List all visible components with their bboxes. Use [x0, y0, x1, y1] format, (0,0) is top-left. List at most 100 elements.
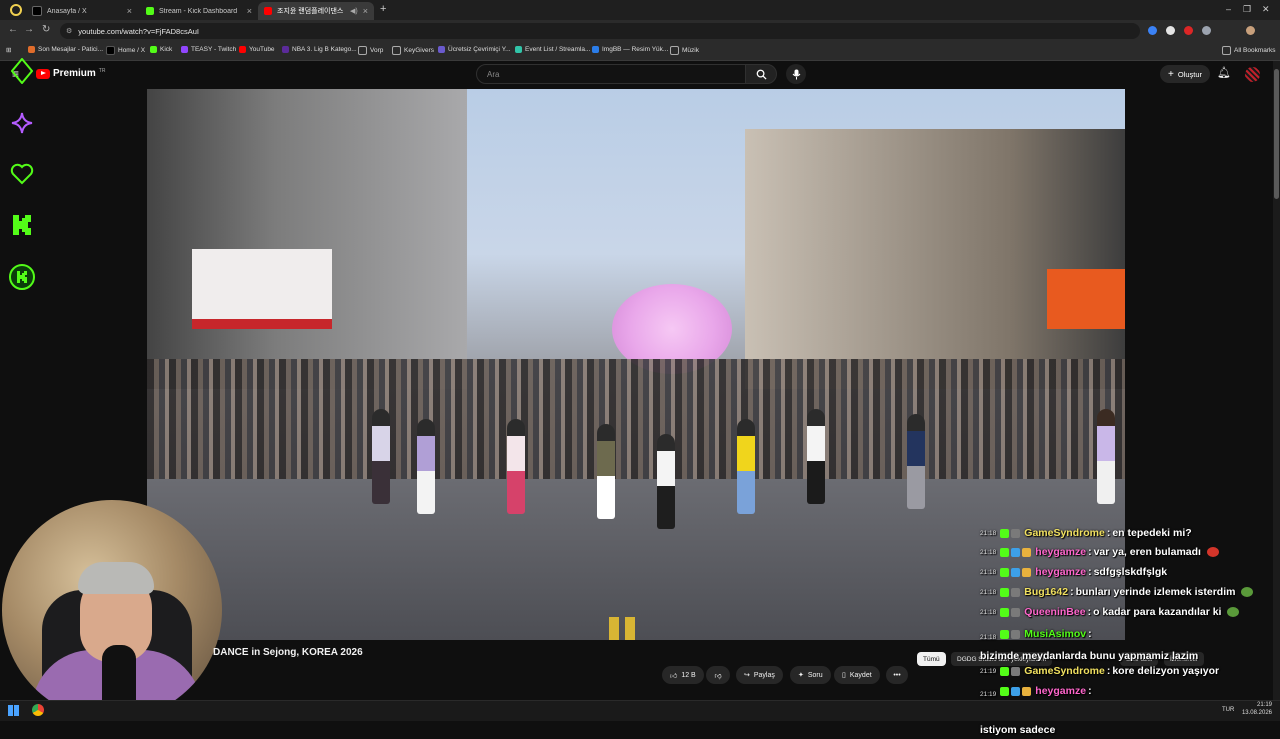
- system-clock[interactable]: 21:19 13.08.2026: [1242, 701, 1272, 717]
- bookmark-favicon-icon: [515, 46, 522, 53]
- close-tab-icon[interactable]: ×: [247, 6, 252, 16]
- audio-icon[interactable]: ◀): [350, 7, 358, 15]
- save-button[interactable]: ▯ Kaydet: [834, 666, 880, 684]
- site-info-icon[interactable]: ⚙: [66, 27, 72, 35]
- kick-badge-icon: [1000, 607, 1010, 617]
- all-bookmarks[interactable]: All Bookmarks: [1222, 46, 1276, 55]
- thumbs-down-icon: 👎︎: [714, 672, 722, 680]
- search-icon: [756, 69, 767, 80]
- voice-search-button[interactable]: [786, 64, 806, 84]
- like-button[interactable]: 👍︎ 12 B: [662, 666, 704, 684]
- chat-separator: :: [1087, 606, 1092, 618]
- search-input[interactable]: Ara: [476, 64, 746, 84]
- chat-username: heygamze: [1035, 546, 1087, 558]
- extension-icon-1[interactable]: [1148, 26, 1157, 35]
- minimize-icon[interactable]: –: [1226, 4, 1231, 14]
- region-code: TR: [98, 68, 106, 74]
- more-icon: •••: [893, 671, 901, 679]
- subscriber-badge-icon: [1011, 630, 1021, 639]
- chat-message: 21:18 heygamze : var ya, eren bulamadı: [980, 546, 1280, 558]
- browser-tab-2[interactable]: Stream - Kick Dashboard ×: [140, 2, 258, 20]
- apps-icon[interactable]: ⊞: [6, 46, 11, 54]
- notifications-bell-icon[interactable]: 🔔︎: [1217, 66, 1231, 79]
- maximize-icon[interactable]: ❐: [1243, 4, 1251, 15]
- bookmark-item[interactable]: Kick: [150, 46, 172, 53]
- bookmark-folder[interactable]: Müzik: [670, 46, 699, 55]
- account-avatar-icon[interactable]: [1246, 26, 1255, 35]
- chat-separator: :: [1088, 566, 1092, 578]
- extension-icon-2[interactable]: [1166, 26, 1175, 35]
- bookmark-folder[interactable]: Vorp: [358, 46, 383, 55]
- overlay-kick-badge-icon: [9, 264, 35, 290]
- chip-all[interactable]: Tümü: [917, 652, 946, 666]
- frog-emote-icon: [1227, 607, 1240, 617]
- more-actions-button[interactable]: •••: [886, 666, 908, 684]
- bookmark-item[interactable]: ImgBB — Resim Yük...: [592, 46, 668, 53]
- windows-start-icon[interactable]: [8, 705, 19, 716]
- search-button[interactable]: [745, 64, 777, 84]
- bookmark-item[interactable]: YouTube: [239, 46, 275, 53]
- browser-tab-3[interactable]: 조지윤 랜덤플레이댄스 KI... ◀) ×: [258, 2, 374, 20]
- video-scene-dancer: [907, 414, 925, 509]
- browser-tab-strip: Anasayfa / X × Stream - Kick Dashboard ×…: [0, 0, 1280, 20]
- overlay-kick-logo-icon: [9, 212, 35, 238]
- bookmark-item[interactable]: TEASY - Twitch: [181, 46, 236, 53]
- bookmark-favicon-icon: [106, 46, 115, 55]
- profile-icon[interactable]: [10, 4, 22, 16]
- angry-emote-icon: [1206, 547, 1219, 557]
- bookmark-folder[interactable]: KeyGivers: [392, 46, 434, 55]
- forward-icon[interactable]: →: [24, 24, 34, 35]
- video-scene-dancer: [417, 419, 435, 514]
- chat-username: heygamze: [1035, 566, 1087, 578]
- extension-icon-4[interactable]: [1202, 26, 1211, 35]
- reload-icon[interactable]: ↻: [42, 24, 50, 35]
- ask-button[interactable]: ✦ Soru: [790, 666, 831, 684]
- chat-message: 21:18 GameSyndrome : en tepedeki mi?: [980, 527, 1192, 539]
- close-tab-icon[interactable]: ×: [363, 6, 368, 16]
- gift-badge-icon: [1022, 547, 1032, 557]
- gift-badge-icon: [1022, 687, 1032, 696]
- kick-badge-icon: [1000, 528, 1010, 538]
- scrollbar-thumb[interactable]: [1274, 69, 1279, 199]
- overlay-sparkle-icon: [9, 110, 35, 136]
- extension-icon-3[interactable]: [1184, 26, 1193, 35]
- kick-badge-icon: [1000, 547, 1010, 557]
- like-count: 12 B: [681, 671, 696, 679]
- kick-badge-icon: [1000, 666, 1010, 676]
- bookmark-item[interactable]: NBA 3. Lig B Katego...: [282, 46, 357, 53]
- bookmark-item[interactable]: Son Mesajlar - Patici...: [28, 46, 103, 53]
- chat-text: var ya, eren bulamadı: [1093, 546, 1201, 558]
- streamer-webcam: [2, 500, 222, 720]
- browser-tab-1[interactable]: Anasayfa / X ×: [26, 2, 138, 20]
- share-label: Paylaş: [753, 671, 775, 679]
- video-scene-storefront: [192, 249, 332, 329]
- subscriber-badge-icon: [1011, 567, 1021, 577]
- url-bar[interactable]: ⚙ youtube.com/watch?v=FjFAD8csAuI: [60, 23, 1140, 39]
- bookmarks-bar: ⊞ Son Mesajlar - Patici... Home / X Kick…: [0, 42, 1280, 61]
- bookmark-item[interactable]: Ücretsiz Çevrimiçi Y...: [438, 46, 511, 53]
- back-icon[interactable]: ←: [8, 24, 18, 35]
- new-tab-button[interactable]: +: [380, 3, 386, 15]
- create-label: Oluştur: [1177, 69, 1203, 79]
- youtube-logo-text: Premium: [53, 68, 96, 79]
- video-player[interactable]: [147, 89, 1125, 640]
- chrome-taskbar-icon[interactable]: [32, 704, 44, 716]
- youtube-logo[interactable]: Premium TR: [36, 68, 105, 79]
- webcam-hair: [78, 562, 154, 594]
- share-button[interactable]: ↪ Paylaş: [736, 666, 783, 684]
- bookmark-favicon-icon: [150, 46, 157, 53]
- lang-indicator[interactable]: TUR: [1222, 707, 1234, 713]
- create-button[interactable]: + Oluştur: [1160, 65, 1211, 83]
- bookmark-item[interactable]: Home / X: [106, 46, 145, 55]
- clock-date: 13.08.2026: [1241, 710, 1272, 716]
- bookmark-item[interactable]: Event List / Streamla...: [515, 46, 590, 53]
- overlay-diamond-icon: [9, 58, 35, 84]
- youtube-favicon-icon: [264, 7, 272, 15]
- close-window-icon[interactable]: ✕: [1262, 4, 1270, 15]
- close-tab-icon[interactable]: ×: [127, 6, 132, 16]
- channel-avatar[interactable]: [1245, 67, 1260, 82]
- dislike-button[interactable]: 👎︎: [706, 666, 730, 684]
- youtube-play-icon: [36, 68, 50, 79]
- page-scrollbar[interactable]: [1273, 61, 1280, 700]
- subscriber-badge-icon: [1011, 607, 1021, 617]
